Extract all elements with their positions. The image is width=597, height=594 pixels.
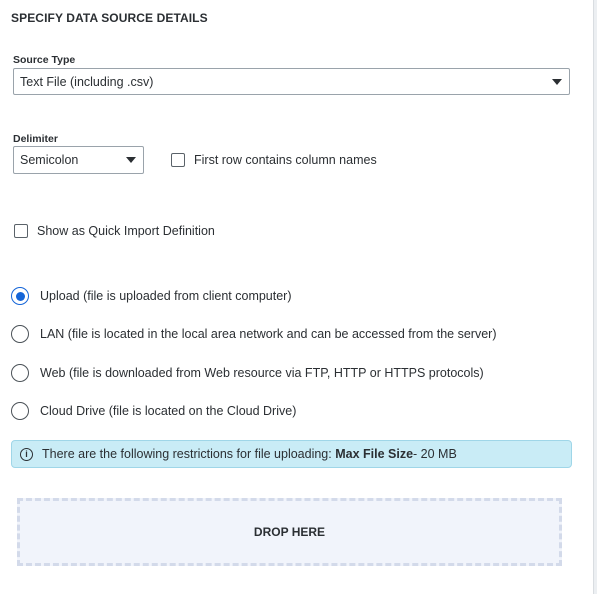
info-suffix: - 20 MB [413, 447, 457, 461]
delimiter-select[interactable]: Semicolon [13, 146, 144, 174]
first-row-checkbox[interactable]: First row contains column names [171, 153, 377, 167]
chevron-down-icon [552, 78, 562, 85]
source-type-label: Source Type [13, 54, 76, 66]
scrollbar[interactable] [593, 0, 597, 594]
radio-web[interactable]: Web (file is downloaded from Web resourc… [11, 364, 484, 382]
radio-button[interactable] [11, 402, 29, 420]
info-text: There are the following restrictions for… [42, 447, 332, 461]
drop-zone-label: DROP HERE [253, 525, 326, 539]
checkbox-box[interactable] [171, 153, 185, 167]
radio-button[interactable] [11, 364, 29, 382]
chevron-down-icon [126, 157, 136, 163]
file-drop-zone[interactable]: DROP HERE [17, 498, 562, 566]
radio-web-label: Web (file is downloaded from Web resourc… [40, 366, 484, 380]
checkbox-box[interactable] [14, 224, 28, 238]
source-type-value: Text File (including .csv) [20, 74, 154, 89]
radio-cloud-drive-label: Cloud Drive (file is located on the Clou… [40, 404, 297, 418]
radio-upload-label: Upload (file is uploaded from client com… [40, 289, 292, 303]
radio-lan[interactable]: LAN (file is located in the local area n… [11, 325, 496, 343]
radio-selected-dot [15, 291, 25, 301]
delimiter-value: Semicolon [20, 153, 79, 167]
radio-button[interactable] [11, 287, 29, 305]
info-bold: Max File Size [335, 447, 414, 461]
quick-import-checkbox[interactable]: Show as Quick Import Definition [14, 224, 215, 238]
radio-button[interactable] [11, 325, 29, 343]
section-title: SPECIFY DATA SOURCE DETAILS [11, 11, 208, 25]
delimiter-label: Delimiter [13, 133, 58, 145]
quick-import-checkbox-label: Show as Quick Import Definition [37, 224, 215, 238]
data-source-page: SPECIFY DATA SOURCE DETAILS Source Type … [0, 0, 597, 594]
radio-cloud-drive[interactable]: Cloud Drive (file is located on the Clou… [11, 402, 296, 420]
source-type-select[interactable]: Text File (including .csv) [13, 68, 570, 95]
radio-lan-label: LAN (file is located in the local area n… [40, 327, 497, 341]
info-icon: i [20, 447, 33, 461]
first-row-checkbox-label: First row contains column names [194, 153, 377, 167]
radio-upload[interactable]: Upload (file is uploaded from client com… [11, 287, 292, 305]
upload-restrictions-info: i There are the following restrictions f… [11, 440, 572, 468]
